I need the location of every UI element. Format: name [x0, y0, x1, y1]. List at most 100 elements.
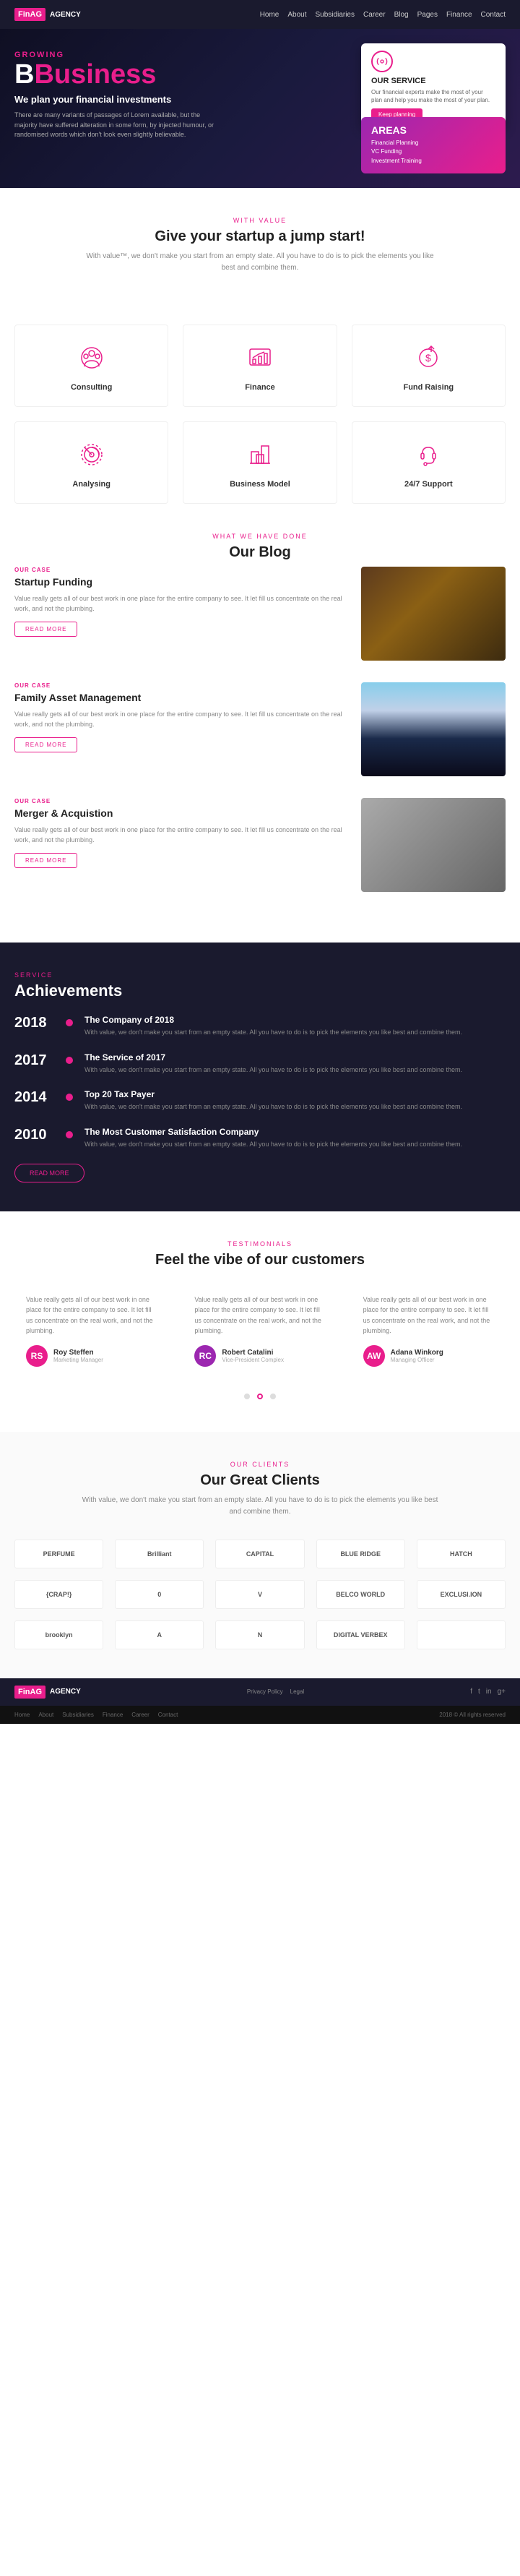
clients-subtitle: With value, we don't make you start from…	[79, 1495, 441, 1518]
achievement-name-2: Top 20 Tax Payer	[84, 1089, 506, 1099]
footer-privacy[interactable]: Privacy Policy	[247, 1688, 283, 1695]
fundraising-icon: $	[410, 340, 446, 376]
blog-btn-2[interactable]: READ MORE	[14, 853, 77, 868]
client-0: PERFUME	[14, 1540, 103, 1568]
nav-subsidiaries[interactable]: Subsidiaries	[316, 11, 355, 19]
footer-bottom-subsidiaries[interactable]: Subsidiaries	[62, 1712, 94, 1718]
service-card-title: OUR SERVICE	[371, 77, 495, 85]
startup-title: Give your startup a jump start!	[14, 228, 506, 245]
logo-box: FinAG	[14, 8, 46, 21]
achievement-year-2: 2014	[14, 1089, 54, 1106]
dot-2[interactable]	[270, 1394, 276, 1399]
blog-item-1: OUR CASE Family Asset Management Value r…	[14, 682, 506, 776]
service-card-icon	[371, 51, 393, 72]
achievement-0: 2018 The Company of 2018 With value, we …	[14, 1015, 506, 1038]
client-3: BLUE RIDGE	[316, 1540, 405, 1568]
blog-content-1: OUR CASE Family Asset Management Value r…	[14, 682, 350, 752]
blog-image-1	[361, 682, 506, 776]
footer-logo-box: FinAG	[14, 1686, 46, 1699]
person-title-0: Marketing Manager	[53, 1357, 103, 1363]
clients-label: OUR CLIENTS	[14, 1461, 506, 1468]
achievement-2: 2014 Top 20 Tax Payer With value, we don…	[14, 1089, 506, 1112]
blog-item-2: OUR CASE Merger & Acquistion Value reall…	[14, 798, 506, 892]
achievement-dot-3	[66, 1131, 73, 1138]
achievement-desc-3: With value, we don't make you start from…	[84, 1140, 506, 1150]
blog-title-1: Family Asset Management	[14, 692, 350, 703]
achievement-desc-2: With value, we don't make you start from…	[84, 1102, 506, 1112]
analysing-icon	[74, 437, 110, 473]
achievement-content-3: The Most Customer Satisfaction Company W…	[84, 1127, 506, 1150]
achievement-content-2: Top 20 Tax Payer With value, we don't ma…	[84, 1089, 506, 1112]
nav-home[interactable]: Home	[260, 11, 280, 19]
social-linkedin[interactable]: in	[486, 1688, 492, 1696]
service-fundraising[interactable]: $ Fund Raising	[352, 325, 506, 407]
service-analysing[interactable]: Analysing	[14, 421, 168, 504]
footer-bottom-career[interactable]: Career	[131, 1712, 149, 1718]
testimonial-text-0: Value really gets all of our best work i…	[26, 1295, 157, 1336]
nav-career[interactable]: Career	[363, 11, 386, 19]
hero-description: There are many variants of passages of L…	[14, 111, 217, 140]
service-finance[interactable]: Finance	[183, 325, 337, 407]
service-support[interactable]: 24/7 Support	[352, 421, 506, 504]
client-14	[417, 1620, 506, 1649]
testimonial-2: Value really gets all of our best work i…	[352, 1283, 506, 1378]
avatar-0: RS	[26, 1345, 48, 1367]
client-1: Brilliant	[115, 1540, 204, 1568]
blog-content-0: OUR CASE Startup Funding Value really ge…	[14, 567, 350, 637]
dot-1[interactable]	[257, 1394, 263, 1399]
blog-text-2: Value really gets all of our best work i…	[14, 825, 350, 846]
blog-content-2: OUR CASE Merger & Acquistion Value reall…	[14, 798, 350, 868]
person-info-0: Roy Steffen Marketing Manager	[53, 1349, 103, 1363]
blog-title-2: Merger & Acquistion	[14, 807, 350, 819]
clients-grid: PERFUME Brilliant CAPITAL BLUE RIDGE HAT…	[14, 1540, 506, 1649]
avatar-1: RC	[194, 1345, 216, 1367]
service-business-model[interactable]: Business Model	[183, 421, 337, 504]
areas-title: AREAS	[371, 124, 495, 136]
nav-contact[interactable]: Contact	[481, 11, 506, 19]
areas-badge: AREAS Financial Planning VC Funding Inve…	[361, 117, 506, 173]
clients-section: OUR CLIENTS Our Great Clients With value…	[0, 1432, 520, 1678]
footer-bottom-finance[interactable]: Finance	[103, 1712, 123, 1718]
blog-item-0: OUR CASE Startup Funding Value really ge…	[14, 567, 506, 661]
copyright: 2018 © All rights reserved	[439, 1712, 506, 1718]
testimonial-0: Value really gets all of our best work i…	[14, 1283, 168, 1378]
person-name-2: Adana Winkorg	[391, 1349, 443, 1357]
startup-label: WITH VALUE	[14, 217, 506, 224]
avatar-initials-2: AW	[363, 1345, 385, 1367]
client-6: 0	[115, 1580, 204, 1609]
achievements-button[interactable]: READ MORE	[14, 1164, 84, 1182]
service-consulting[interactable]: Consulting	[14, 325, 168, 407]
blog-label: WHAT WE HAVE DONE	[14, 533, 506, 540]
footer-bottom-about[interactable]: About	[38, 1712, 53, 1718]
blog-category-2: OUR CASE	[14, 798, 350, 804]
support-name: 24/7 Support	[360, 480, 498, 489]
person-title-1: Vice-President Complex	[222, 1357, 284, 1363]
social-facebook[interactable]: f	[470, 1688, 472, 1696]
testimonials-grid: Value really gets all of our best work i…	[14, 1283, 506, 1378]
client-8: BELCO WORLD	[316, 1580, 405, 1609]
logo-subtext: AGENCY	[50, 11, 81, 19]
footer-bottom: Home About Subsidiaries Finance Career C…	[0, 1706, 520, 1724]
dot-0[interactable]	[244, 1394, 250, 1399]
nav-about[interactable]: About	[287, 11, 306, 19]
footer-legal[interactable]: Legal	[290, 1688, 305, 1695]
logo[interactable]: FinAG AGENCY	[14, 8, 81, 21]
footer-bottom-contact[interactable]: Contact	[158, 1712, 178, 1718]
blog-text-0: Value really gets all of our best work i…	[14, 593, 350, 614]
achievement-1: 2017 The Service of 2017 With value, we …	[14, 1052, 506, 1076]
service-card-desc: Our financial experts make the most of y…	[371, 88, 495, 104]
blog-btn-1[interactable]: READ MORE	[14, 737, 77, 752]
blog-btn-0[interactable]: READ MORE	[14, 622, 77, 637]
achievement-3: 2010 The Most Customer Satisfaction Comp…	[14, 1127, 506, 1150]
footer-bottom-home[interactable]: Home	[14, 1712, 30, 1718]
nav-finance[interactable]: Finance	[446, 11, 472, 19]
achievements-label: SERVICE	[14, 971, 506, 979]
social-googleplus[interactable]: g+	[498, 1688, 506, 1696]
achievement-name-3: The Most Customer Satisfaction Company	[84, 1127, 506, 1137]
nav-pages[interactable]: Pages	[417, 11, 438, 19]
nav-blog[interactable]: Blog	[394, 11, 409, 19]
achievement-dot-2	[66, 1094, 73, 1101]
social-twitter[interactable]: t	[478, 1688, 480, 1696]
achievements-section: SERVICE Achievements 2018 The Company of…	[0, 943, 520, 1211]
achievement-content-1: The Service of 2017 With value, we don't…	[84, 1052, 506, 1076]
